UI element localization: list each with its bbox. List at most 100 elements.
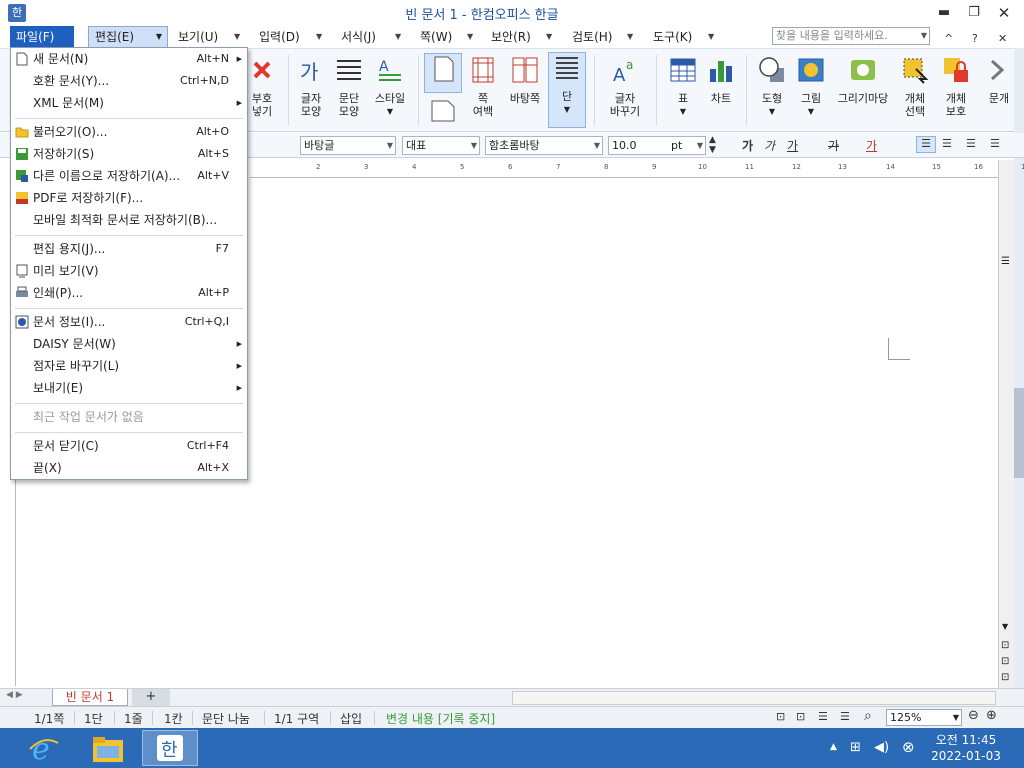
close-doc-button[interactable]: ✕ bbox=[998, 32, 1007, 45]
menu-edit[interactable]: 편집(E) ▼ bbox=[88, 26, 168, 48]
ribbon-char-shape-button[interactable]: 가 글자 모양 bbox=[294, 55, 328, 118]
menu-xml-document[interactable]: XML 문서(M) ▶ bbox=[11, 92, 247, 114]
zoom-icon[interactable]: ⌕ bbox=[864, 708, 872, 724]
menu-page[interactable]: 쪽(W) bbox=[414, 26, 458, 48]
ie-taskbar-button[interactable]: e bbox=[16, 730, 72, 767]
tray-expand-icon[interactable]: ▲ bbox=[830, 742, 837, 752]
chevron-down-icon[interactable]: ▼ bbox=[953, 710, 959, 725]
chevron-down-icon[interactable]: ▼ bbox=[666, 105, 700, 118]
zoom-in-icon[interactable]: ⊕ bbox=[986, 708, 997, 723]
menu-open[interactable]: 불러오기(O)... Alt+O bbox=[11, 121, 247, 143]
close-button[interactable]: ✕ bbox=[990, 2, 1018, 24]
menu-exit[interactable]: 끝(X) Alt+X bbox=[11, 457, 247, 479]
ribbon-object-select-button[interactable]: 개체 선택 bbox=[898, 55, 932, 118]
chevron-down-icon[interactable]: ▼ bbox=[794, 105, 828, 118]
chevron-down-icon[interactable]: ▼ bbox=[708, 26, 714, 48]
menu-page-setup[interactable]: 편집 용지(J)... F7 bbox=[11, 238, 247, 260]
bold-button[interactable]: 가 bbox=[742, 137, 753, 154]
menu-save-as[interactable]: 다른 이름으로 저장하기(A)... Alt+V bbox=[11, 165, 247, 187]
split-view-icon[interactable]: ☰ bbox=[1001, 256, 1010, 267]
view-mode-icon[interactable]: ⊡ bbox=[776, 710, 785, 723]
volume-icon[interactable]: ◀) bbox=[874, 740, 889, 755]
menu-view[interactable]: 보기(U) bbox=[172, 26, 224, 48]
ribbon-page-button[interactable] bbox=[424, 53, 462, 93]
style-select[interactable]: 바탕글 ▼ bbox=[300, 136, 396, 155]
vertical-scrollbar[interactable]: ☰ ▼ ⊡ ⊡ ⊡ bbox=[998, 160, 1014, 688]
ribbon-replace-button[interactable]: Aa 글자 바꾸기 bbox=[602, 55, 648, 118]
status-track-changes[interactable]: 변경 내용 [기록 중지] bbox=[386, 710, 495, 727]
ribbon-more-button[interactable]: 문개 bbox=[986, 55, 1012, 105]
prev-page-icon[interactable]: ⊡ bbox=[1001, 640, 1009, 651]
align-center-icon[interactable]: ☰ bbox=[966, 137, 976, 150]
search-input[interactable]: 찾을 내용을 입력하세요. ▼ bbox=[772, 27, 930, 45]
outline-view-icon[interactable]: ☰ bbox=[840, 710, 850, 723]
menu-new-document[interactable]: 새 문서(N) Alt+N ▶ bbox=[11, 48, 247, 70]
menu-save-mobile[interactable]: 모바일 최적화 문서로 저장하기(B)... bbox=[11, 209, 247, 231]
maximize-button[interactable]: ❐ bbox=[960, 2, 988, 24]
chevron-down-icon[interactable]: ▼ bbox=[754, 105, 790, 118]
collapse-ribbon-button[interactable]: ^ bbox=[944, 32, 953, 45]
chevron-down-icon[interactable]: ▼ bbox=[549, 103, 585, 116]
scroll-down-icon[interactable]: ▼ bbox=[1002, 622, 1008, 631]
ribbon-shape-button[interactable]: 도형 ▼ bbox=[754, 55, 790, 118]
ribbon-table-button[interactable]: 표 ▼ bbox=[666, 55, 700, 118]
next-page-icon[interactable]: ⊡ bbox=[1001, 672, 1009, 683]
font-select[interactable]: 함초롬바탕 ▼ bbox=[485, 136, 603, 155]
chevron-down-icon[interactable]: ▼ bbox=[627, 26, 633, 48]
menu-compatible-document[interactable]: 호환 문서(Y)... Ctrl+N,D bbox=[11, 70, 247, 92]
help-button[interactable]: ? bbox=[972, 32, 978, 45]
strikethrough-button[interactable]: 가 bbox=[828, 137, 839, 154]
ribbon-page-landscape-button[interactable] bbox=[426, 99, 460, 126]
chevron-down-icon[interactable]: ▼ bbox=[467, 26, 473, 48]
menu-review[interactable]: 검토(H) bbox=[566, 26, 618, 48]
web-view-icon[interactable]: ☰ bbox=[818, 710, 828, 723]
chevron-down-icon[interactable]: ▼ bbox=[370, 105, 410, 118]
menu-format[interactable]: 서식(J) bbox=[335, 26, 382, 48]
tab-document-1[interactable]: 빈 문서 1 bbox=[52, 689, 128, 706]
align-left-icon[interactable]: ☰ bbox=[942, 137, 952, 150]
ribbon-master-page-button[interactable]: 바탕쪽 bbox=[504, 55, 546, 105]
chevron-down-icon[interactable]: ▼ bbox=[921, 28, 927, 44]
chevron-down-icon[interactable]: ▼ bbox=[697, 137, 703, 154]
menu-close-document[interactable]: 문서 닫기(C) Ctrl+F4 bbox=[11, 435, 247, 457]
menu-file[interactable]: 파일(F) bbox=[10, 26, 74, 48]
chevron-down-icon[interactable]: ▼ bbox=[316, 26, 322, 48]
minimize-button[interactable]: ▬ bbox=[930, 2, 958, 24]
hwp-taskbar-button[interactable]: 한 bbox=[142, 730, 198, 766]
ribbon-chart-button[interactable]: 차트 bbox=[704, 55, 738, 105]
menu-save[interactable]: 저장하기(S) Alt+S bbox=[11, 143, 247, 165]
menu-preview[interactable]: 미리 보기(V) bbox=[11, 260, 247, 282]
menu-print[interactable]: 인쇄(P)... Alt+P bbox=[11, 282, 247, 304]
align-right-icon[interactable]: ☰ bbox=[990, 137, 1000, 150]
underline-button[interactable]: 가 bbox=[787, 137, 798, 154]
italic-button[interactable]: 가 bbox=[764, 137, 775, 154]
tab-scroll-icon[interactable]: ◀ ▶ bbox=[6, 690, 23, 700]
status-insert[interactable]: 삽입 bbox=[340, 710, 362, 727]
ribbon-picture-button[interactable]: 그림 ▼ bbox=[794, 55, 828, 118]
zoom-select[interactable]: 125% ▼ bbox=[886, 709, 962, 726]
ribbon-clipart-button[interactable]: 그리기마당 bbox=[832, 55, 894, 105]
justify-align-icon[interactable]: ☰ bbox=[916, 136, 936, 153]
chevron-down-icon[interactable]: ▼ bbox=[594, 137, 600, 154]
horizontal-ruler[interactable]: 2 3 4 5 6 7 8 9 10 11 12 13 14 15 1617 bbox=[250, 160, 1024, 178]
menu-save-pdf[interactable]: PDF로 저장하기(F)... bbox=[11, 187, 247, 209]
chevron-down-icon[interactable]: ▼ bbox=[395, 26, 401, 48]
chevron-down-icon[interactable]: ▼ bbox=[387, 137, 393, 154]
page-select-icon[interactable]: ⊡ bbox=[1001, 656, 1009, 667]
menu-security[interactable]: 보안(R) bbox=[485, 26, 537, 48]
ribbon-paragraph-button[interactable]: 문단 모양 bbox=[332, 55, 366, 118]
menu-send[interactable]: 보내기(E) ▶ bbox=[11, 377, 247, 399]
ribbon-style-button[interactable]: A 스타일 ▼ bbox=[370, 55, 410, 118]
zoom-out-icon[interactable]: ⊖ bbox=[968, 708, 979, 723]
spin-up-down-icon[interactable]: ▲ ▼ bbox=[709, 135, 716, 155]
chevron-down-icon[interactable]: ▼ bbox=[546, 26, 552, 48]
status-page[interactable]: 1/1쪽 bbox=[34, 710, 64, 727]
menu-input[interactable]: 입력(D) bbox=[253, 26, 306, 48]
system-clock[interactable]: 오전 11:45 2022-01-03 bbox=[926, 732, 1006, 764]
chevron-down-icon[interactable]: ▼ bbox=[234, 26, 240, 48]
page-view-icon[interactable]: ⊡ bbox=[796, 710, 805, 723]
horizontal-scrollbar[interactable] bbox=[512, 691, 996, 705]
chevron-down-icon[interactable]: ▼ bbox=[471, 137, 477, 154]
ribbon-object-protect-button[interactable]: 개체 보호 bbox=[938, 55, 974, 118]
menu-braille[interactable]: 점자로 바꾸기(L) ▶ bbox=[11, 355, 247, 377]
